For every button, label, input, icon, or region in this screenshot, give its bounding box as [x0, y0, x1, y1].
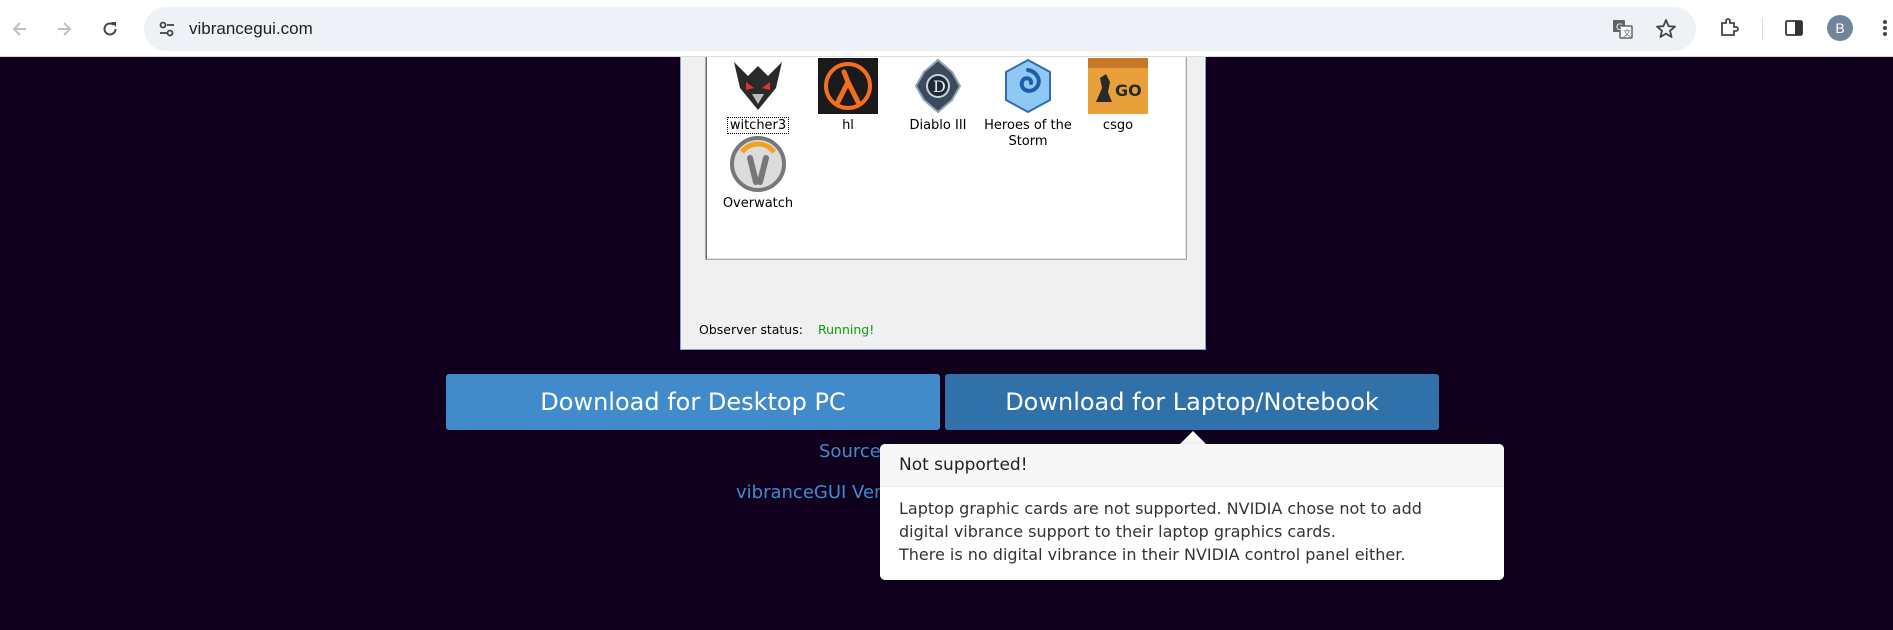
game-label: hl — [842, 118, 854, 133]
list-item: Overwatch — [713, 135, 803, 212]
translate-icon[interactable]: G文 — [1611, 17, 1635, 41]
popover-title: Not supported! — [880, 444, 1504, 487]
reload-button[interactable] — [94, 13, 126, 45]
back-arrow-icon — [12, 22, 26, 36]
csgo-icon: GO — [1087, 57, 1149, 115]
download-desktop-button[interactable]: Download for Desktop PC — [446, 374, 940, 430]
popover-line: digital vibrance support to their laptop… — [899, 522, 1336, 541]
observer-status-label: Observer status: — [699, 322, 803, 337]
list-item: GO csgo — [1073, 57, 1163, 134]
bookmark-star-icon[interactable] — [1654, 17, 1678, 41]
toolbar-divider — [1762, 18, 1763, 40]
game-list: witcher3 hl D Diablo III Heroes of the S… — [705, 57, 1187, 260]
heroes-of-the-storm-icon — [997, 57, 1059, 115]
profile-avatar[interactable]: B — [1827, 15, 1853, 41]
reload-icon — [103, 22, 117, 36]
version-link[interactable]: vibranceGUI Ver — [736, 482, 881, 503]
game-label: witcher3 — [726, 117, 790, 134]
back-button[interactable] — [4, 13, 36, 45]
game-label: Overwatch — [722, 196, 794, 211]
list-item: Heroes of the Storm — [983, 57, 1073, 150]
game-label: Heroes of the Storm — [984, 118, 1072, 149]
overwatch-icon — [727, 135, 789, 193]
popover-line: There is no digital vibrance in their NV… — [899, 545, 1406, 564]
not-supported-popover: Not supported! Laptop graphic cards are … — [880, 444, 1504, 580]
app-screenshot: witcher3 hl D Diablo III Heroes of the S… — [680, 57, 1206, 350]
diablo3-icon: D — [907, 57, 969, 115]
svg-text:GO: GO — [1115, 81, 1142, 100]
download-laptop-button[interactable]: Download for Laptop/Notebook — [945, 374, 1439, 430]
site-settings-icon[interactable] — [155, 17, 179, 41]
svg-text:G: G — [1616, 23, 1623, 33]
extensions-icon[interactable] — [1716, 15, 1742, 41]
side-panel-icon[interactable] — [1781, 15, 1807, 41]
witcher3-icon — [727, 57, 789, 115]
url-text[interactable]: vibrancegui.com — [189, 19, 313, 39]
list-item: hl — [803, 57, 893, 134]
popover-arrow — [1180, 431, 1206, 444]
popover-body: Laptop graphic cards are not supported. … — [899, 497, 1489, 566]
svg-text:文: 文 — [1623, 28, 1631, 38]
source-link[interactable]: Source — [819, 441, 881, 462]
browser-toolbar: vibrancegui.com G文 B — [0, 0, 1893, 57]
observer-status-value: Running! — [818, 322, 875, 337]
list-item: witcher3 — [713, 57, 803, 134]
half-life-icon — [817, 57, 879, 115]
forward-button[interactable] — [48, 13, 80, 45]
forward-arrow-icon — [58, 22, 72, 36]
game-label: Diablo III — [909, 118, 967, 133]
svg-text:D: D — [933, 77, 946, 96]
popover-line: Laptop graphic cards are not supported. … — [899, 499, 1422, 518]
menu-kebab-icon[interactable] — [1872, 15, 1893, 41]
address-bar[interactable]: vibrancegui.com G文 — [144, 7, 1696, 51]
game-label: csgo — [1102, 118, 1134, 133]
list-item: D Diablo III — [893, 57, 983, 134]
